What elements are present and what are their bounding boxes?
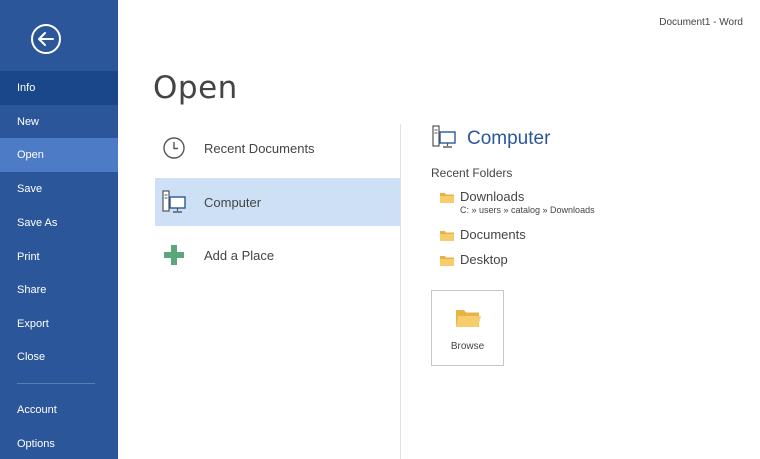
nav-print[interactable]: Print <box>0 240 118 274</box>
back-button[interactable] <box>31 24 61 54</box>
pane-header: Computer <box>431 124 550 154</box>
location-computer[interactable]: Computer <box>155 178 400 226</box>
nav-account[interactable]: Account <box>0 393 118 427</box>
folder-name: Documents <box>460 227 526 242</box>
backstage-sidebar: Info New Open Save Save As Print Share E… <box>0 0 118 459</box>
nav-save[interactable]: Save <box>0 172 118 206</box>
location-add-a-place[interactable]: Add a Place <box>155 231 400 279</box>
clock-icon <box>161 135 187 161</box>
sidebar-divider <box>17 383 95 384</box>
folder-documents[interactable]: Documents <box>440 227 526 243</box>
nav-new[interactable]: New <box>0 105 118 139</box>
nav-info[interactable]: Info <box>0 71 118 105</box>
nav-save-as[interactable]: Save As <box>0 206 118 240</box>
pane-title: Computer <box>467 128 551 149</box>
location-label: Add a Place <box>204 247 275 263</box>
folder-path: C: » users » catalog » Downloads <box>460 205 595 215</box>
folder-downloads[interactable]: Downloads C: » users » catalog » Downloa… <box>440 189 595 216</box>
folder-name: Downloads <box>460 189 525 204</box>
computer-icon <box>431 124 457 155</box>
folder-desktop[interactable]: Desktop <box>440 252 508 268</box>
open-folder-icon <box>455 310 481 327</box>
location-recent-documents[interactable]: Recent Documents <box>155 124 400 172</box>
pane-divider <box>400 124 401 459</box>
plus-icon <box>161 242 187 268</box>
back-arrow-icon <box>38 32 54 46</box>
folder-name: Desktop <box>460 252 508 267</box>
window-title: Document1 - Word <box>659 17 743 28</box>
page-title: Open <box>153 70 238 106</box>
folder-icon <box>440 231 454 241</box>
computer-icon <box>161 189 187 215</box>
browse-button[interactable]: Browse <box>431 290 504 366</box>
nav-export[interactable]: Export <box>0 307 118 341</box>
nav-open[interactable]: Open <box>0 138 118 172</box>
nav-close[interactable]: Close <box>0 340 118 374</box>
browse-label: Browse <box>450 341 485 352</box>
recent-folders-label: Recent Folders <box>431 166 513 180</box>
location-label: Computer <box>204 194 262 210</box>
location-label: Recent Documents <box>204 140 315 156</box>
nav-options[interactable]: Options <box>0 427 118 459</box>
nav-share[interactable]: Share <box>0 273 118 307</box>
folder-icon <box>440 256 454 266</box>
folder-icon <box>440 193 454 203</box>
